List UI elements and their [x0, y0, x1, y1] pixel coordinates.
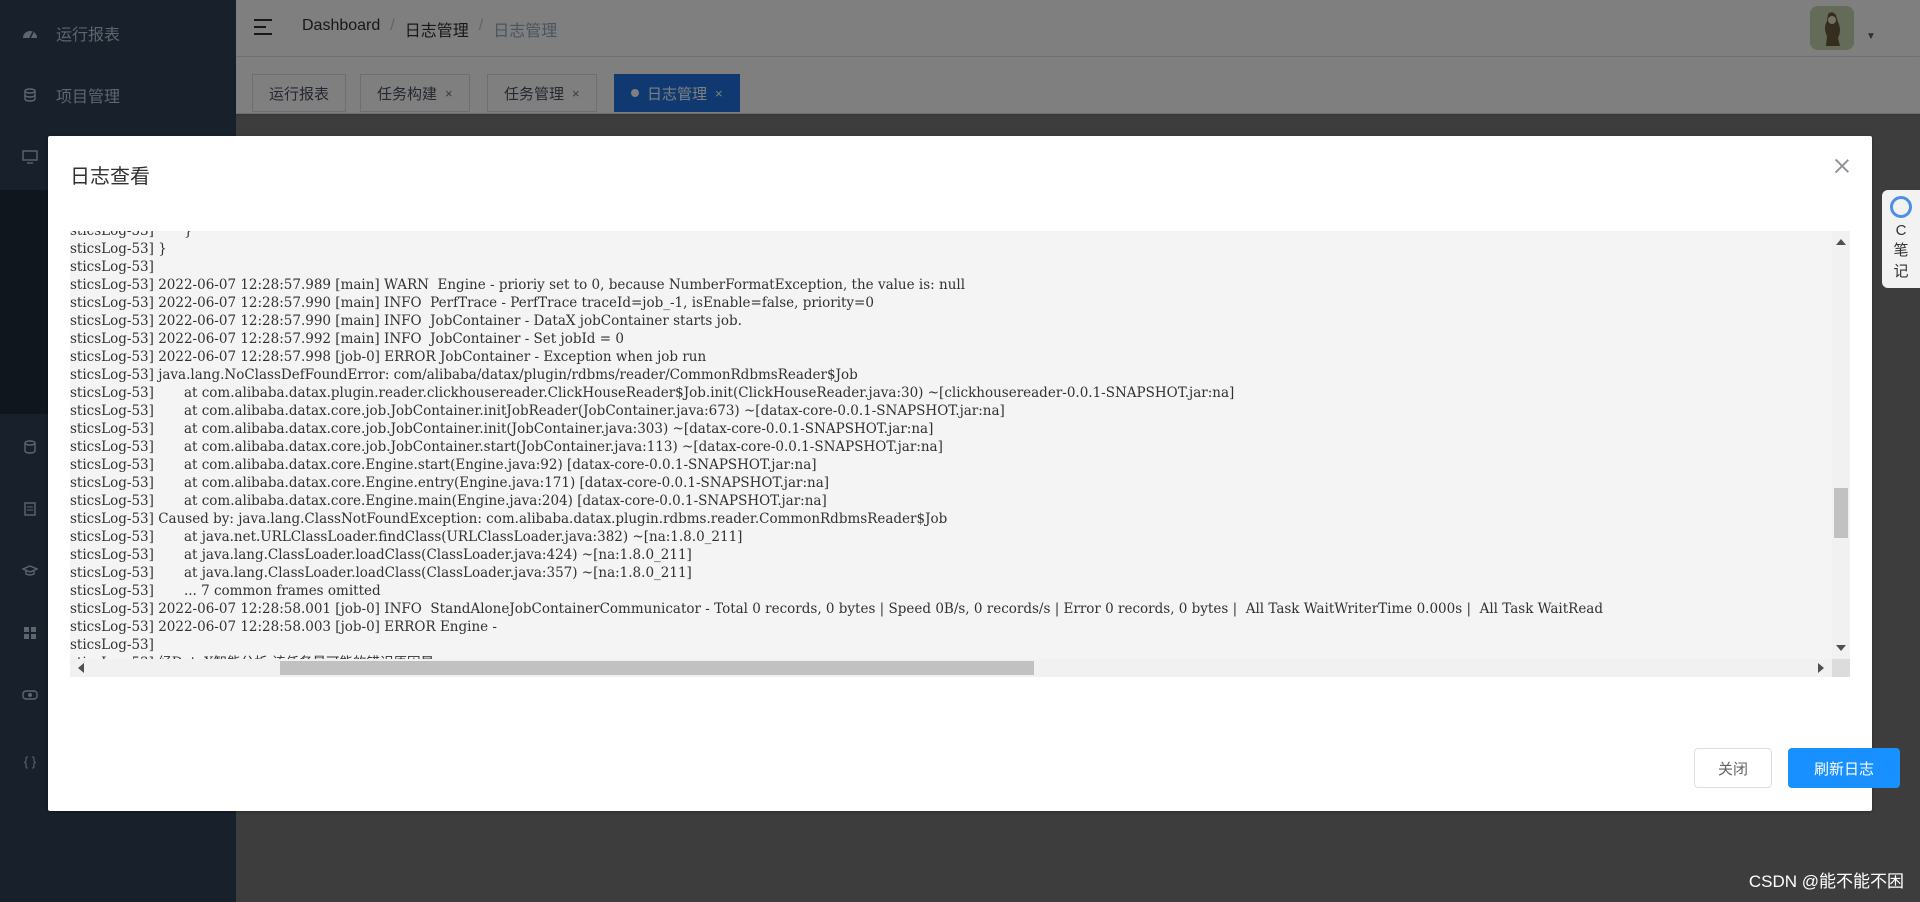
scroll-down-arrow-icon[interactable] — [1836, 645, 1846, 651]
log-line: sticsLog-53] 2022-06-07 12:28:57.998 [jo… — [70, 349, 707, 365]
log-line: sticsLog-53] 2022-06-07 12:28:57.990 [ma… — [70, 295, 874, 311]
log-dialog: 日志查看 sticsLog-53] } sticsLog-53] } sticsLo… — [48, 136, 1900, 811]
log-line: sticsLog-53] — [70, 637, 154, 653]
scroll-right-arrow-icon[interactable] — [1818, 663, 1824, 673]
log-line: sticsLog-53] at java.lang.ClassLoader.lo… — [70, 547, 692, 563]
log-line: sticsLog-53] 2022-06-07 12:28:57.990 [ma… — [70, 313, 742, 329]
csdn-float-letter: 笔 — [1893, 242, 1909, 259]
scroll-up-arrow-icon[interactable] — [1836, 239, 1846, 245]
log-line: sticsLog-53] at com.alibaba.datax.core.j… — [70, 403, 1005, 419]
horizontal-scroll-thumb[interactable] — [280, 661, 1034, 675]
log-line: sticsLog-53] at java.net.URLClassLoader.… — [70, 529, 743, 545]
csdn-float-letter: 记 — [1893, 263, 1909, 280]
log-line: sticsLog-53] java.lang.NoClassDefFoundEr… — [70, 367, 858, 383]
log-line: sticsLog-53] at com.alibaba.datax.core.E… — [70, 457, 817, 473]
vertical-scrollbar[interactable] — [1832, 231, 1850, 659]
log-line: sticsLog-53] 2022-06-07 12:28:58.001 [jo… — [70, 601, 1604, 617]
log-line: sticsLog-53] at java.lang.ClassLoader.lo… — [70, 565, 692, 581]
log-line: sticsLog-53] at com.alibaba.datax.core.E… — [70, 493, 827, 509]
log-line: sticsLog-53] 2022-06-07 12:28:58.003 [jo… — [70, 619, 497, 635]
log-line: sticsLog-53] — [70, 259, 154, 275]
log-line: sticsLog-53] at com.alibaba.datax.core.j… — [70, 421, 934, 437]
log-line: sticsLog-53] at com.alibaba.datax.plugin… — [70, 385, 1235, 401]
close-icon[interactable] — [1834, 158, 1850, 174]
log-line: sticsLog-53] at com.alibaba.datax.core.E… — [70, 475, 830, 491]
horizontal-scrollbar[interactable] — [70, 659, 1832, 677]
log-line: sticsLog-53] } — [70, 231, 193, 239]
dialog-title: 日志查看 — [70, 166, 150, 188]
watermark: CSDN @能不能不困 — [1748, 872, 1904, 891]
refresh-log-button[interactable]: 刷新日志 — [1788, 748, 1900, 788]
log-lines: sticsLog-53] } sticsLog-53] } sticsLog-53]… — [70, 231, 1603, 659]
scrollbar-corner — [1832, 659, 1850, 677]
log-line: sticsLog-53] 2022-06-07 12:28:57.989 [ma… — [70, 277, 966, 293]
log-line: sticsLog-53] at com.alibaba.datax.core.j… — [70, 439, 943, 455]
vertical-scroll-thumb[interactable] — [1834, 488, 1848, 538]
scroll-left-arrow-icon[interactable] — [78, 663, 84, 673]
log-line: sticsLog-53] Caused by: java.lang.ClassN… — [70, 511, 948, 527]
csdn-logo-icon — [1890, 196, 1912, 218]
csdn-notes-widget[interactable]: C 笔 记 — [1882, 190, 1920, 288]
close-button[interactable]: 关闭 — [1694, 748, 1772, 788]
log-line: sticsLog-53] 2022-06-07 12:28:57.992 [ma… — [70, 331, 624, 347]
log-text-area[interactable]: sticsLog-53] } sticsLog-53] } sticsLog-53]… — [70, 231, 1828, 659]
csdn-float-letter: C — [1895, 222, 1907, 239]
log-line: sticsLog-53] } — [70, 241, 167, 257]
log-line: sticsLog-53] ... 7 common frames omitted — [70, 583, 381, 599]
log-viewer[interactable]: sticsLog-53] } sticsLog-53] } sticsLog-53]… — [70, 231, 1850, 677]
